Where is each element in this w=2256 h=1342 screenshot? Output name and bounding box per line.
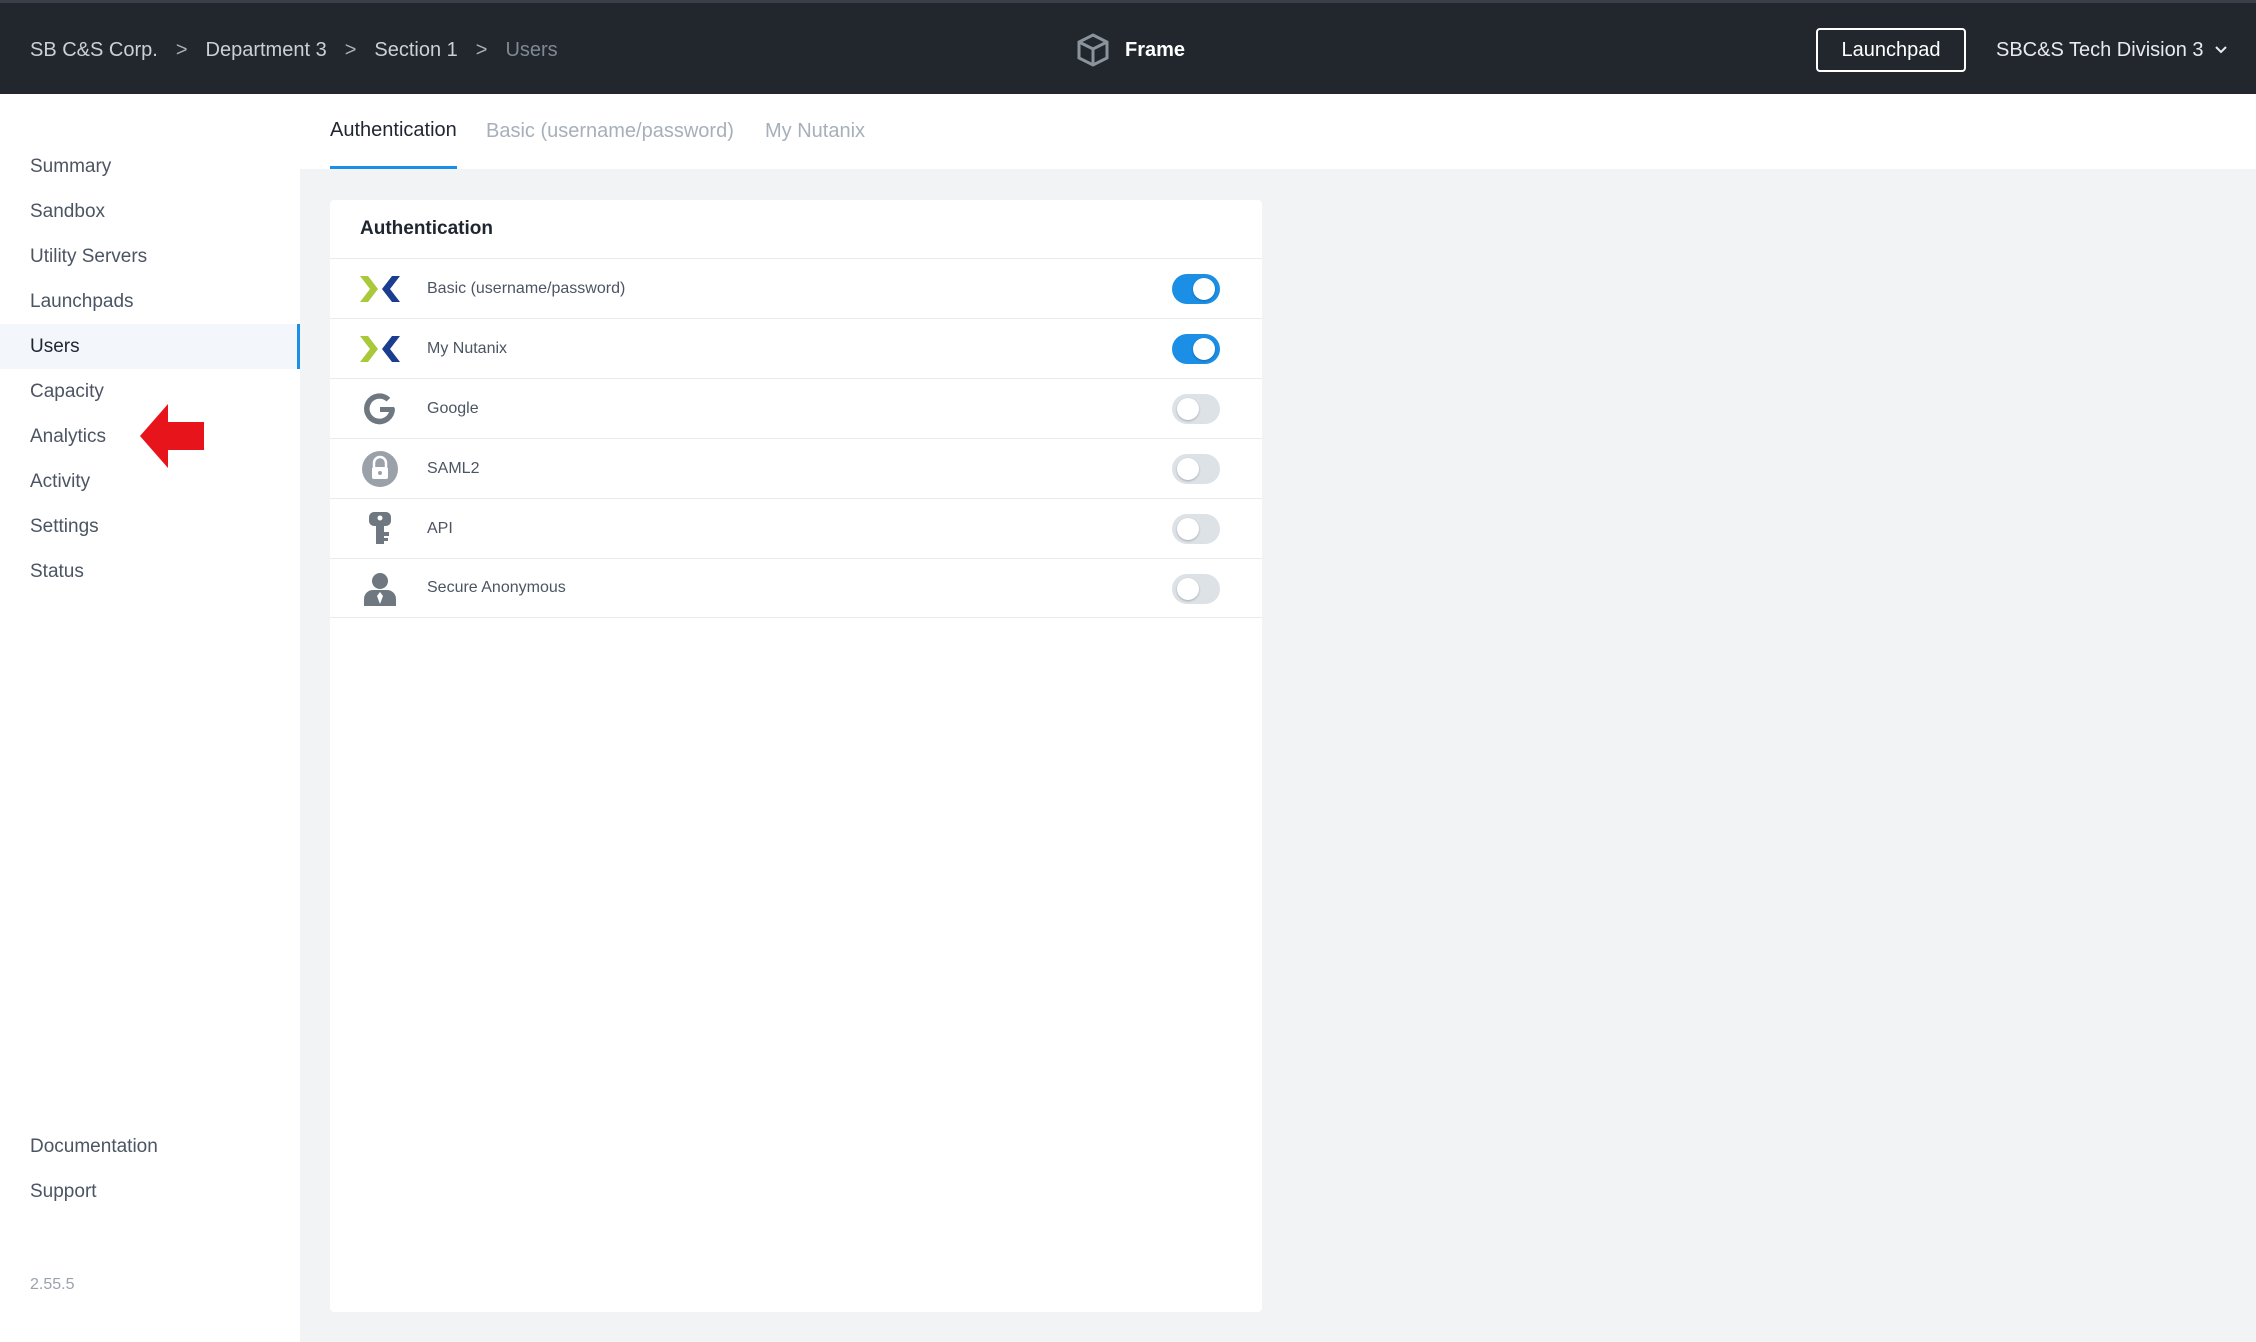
breadcrumb-org[interactable]: SB C&S Corp. xyxy=(30,39,158,62)
breadcrumb-section[interactable]: Section 1 xyxy=(374,39,457,62)
sidebar: Summary Sandbox Utility Servers Launchpa… xyxy=(0,94,300,1342)
nutanix-icon xyxy=(360,329,400,369)
saml2-toggle[interactable] xyxy=(1172,454,1220,484)
toggle-knob xyxy=(1177,398,1199,420)
sidebar-item-support[interactable]: Support xyxy=(0,1169,300,1214)
breadcrumb-department[interactable]: Department 3 xyxy=(206,39,327,62)
api-toggle[interactable] xyxy=(1172,514,1220,544)
toggle-knob xyxy=(1193,278,1215,300)
breadcrumb-current: Users xyxy=(505,38,558,61)
toggle-knob xyxy=(1193,338,1215,360)
toggle-knob xyxy=(1177,518,1199,540)
tab-basic[interactable]: Basic (username/password) xyxy=(486,94,734,169)
account-name: SBC&S Tech Division 3 xyxy=(1996,38,2204,61)
breadcrumb-separator: > xyxy=(175,38,188,61)
sidebar-item-users[interactable]: Users xyxy=(0,324,300,369)
sidebar-item-launchpads[interactable]: Launchpads xyxy=(0,279,300,324)
cube-icon xyxy=(1077,33,1109,67)
key-icon xyxy=(360,509,400,549)
app-name: Frame xyxy=(1125,38,1186,61)
sidebar-item-documentation[interactable]: Documentation xyxy=(0,1124,300,1169)
sidebar-item-sandbox[interactable]: Sandbox xyxy=(0,189,300,234)
provider-label: Basic (username/password) xyxy=(427,279,626,297)
provider-row-google: Google xyxy=(330,378,1262,438)
provider-label: SAML2 xyxy=(427,459,480,477)
sidebar-item-utility-servers[interactable]: Utility Servers xyxy=(0,234,300,279)
provider-label: API xyxy=(427,519,453,537)
google-icon xyxy=(360,389,400,429)
provider-list: Basic (username/password) My Nutanix Goo… xyxy=(330,258,1262,618)
tab-my-nutanix[interactable]: My Nutanix xyxy=(765,94,865,169)
provider-row-basic: Basic (username/password) xyxy=(330,258,1262,318)
google-toggle[interactable] xyxy=(1172,394,1220,424)
lock-icon xyxy=(360,449,400,489)
provider-label: My Nutanix xyxy=(427,339,508,357)
toggle-knob xyxy=(1177,458,1199,480)
launchpad-button[interactable]: Launchpad xyxy=(1816,28,1966,72)
provider-row-my-nutanix: My Nutanix xyxy=(330,318,1262,378)
my-nutanix-toggle[interactable] xyxy=(1172,334,1220,364)
app-logo[interactable]: Frame xyxy=(1075,3,1185,97)
sidebar-bottom-nav: Documentation Support xyxy=(0,1124,300,1214)
authentication-card: Authentication Basic (username/password)… xyxy=(330,200,1262,1312)
breadcrumb-separator: > xyxy=(475,38,488,61)
secure-anonymous-toggle[interactable] xyxy=(1172,574,1220,604)
sidebar-item-summary[interactable]: Summary xyxy=(0,144,300,189)
tab-bar: Authentication Basic (username/password)… xyxy=(300,94,2256,169)
provider-row-api: API xyxy=(330,498,1262,558)
card-title: Authentication xyxy=(360,218,493,239)
red-arrow-annotation-icon xyxy=(140,404,204,468)
provider-label: Google xyxy=(427,399,479,417)
basic-toggle[interactable] xyxy=(1172,274,1220,304)
user-icon xyxy=(360,569,400,609)
toggle-knob xyxy=(1177,578,1199,600)
account-menu[interactable]: SBC&S Tech Division 3 xyxy=(1996,3,2228,97)
top-bar: SB C&S Corp. > Department 3 > Section 1 … xyxy=(0,0,2256,94)
breadcrumb: SB C&S Corp. > Department 3 > Section 1 … xyxy=(30,3,558,97)
provider-label: Secure Anonymous xyxy=(427,579,566,596)
tab-authentication[interactable]: Authentication xyxy=(330,94,457,169)
provider-row-saml2: SAML2 xyxy=(330,438,1262,498)
sidebar-item-status[interactable]: Status xyxy=(0,549,300,594)
provider-row-secure-anonymous: Secure Anonymous xyxy=(330,558,1262,618)
sidebar-nav: Summary Sandbox Utility Servers Launchpa… xyxy=(0,144,300,594)
nutanix-icon xyxy=(360,269,400,309)
version-label: 2.55.5 xyxy=(30,1276,75,1293)
chevron-down-icon xyxy=(2214,46,2227,54)
sidebar-item-settings[interactable]: Settings xyxy=(0,504,300,549)
breadcrumb-separator: > xyxy=(344,38,357,61)
